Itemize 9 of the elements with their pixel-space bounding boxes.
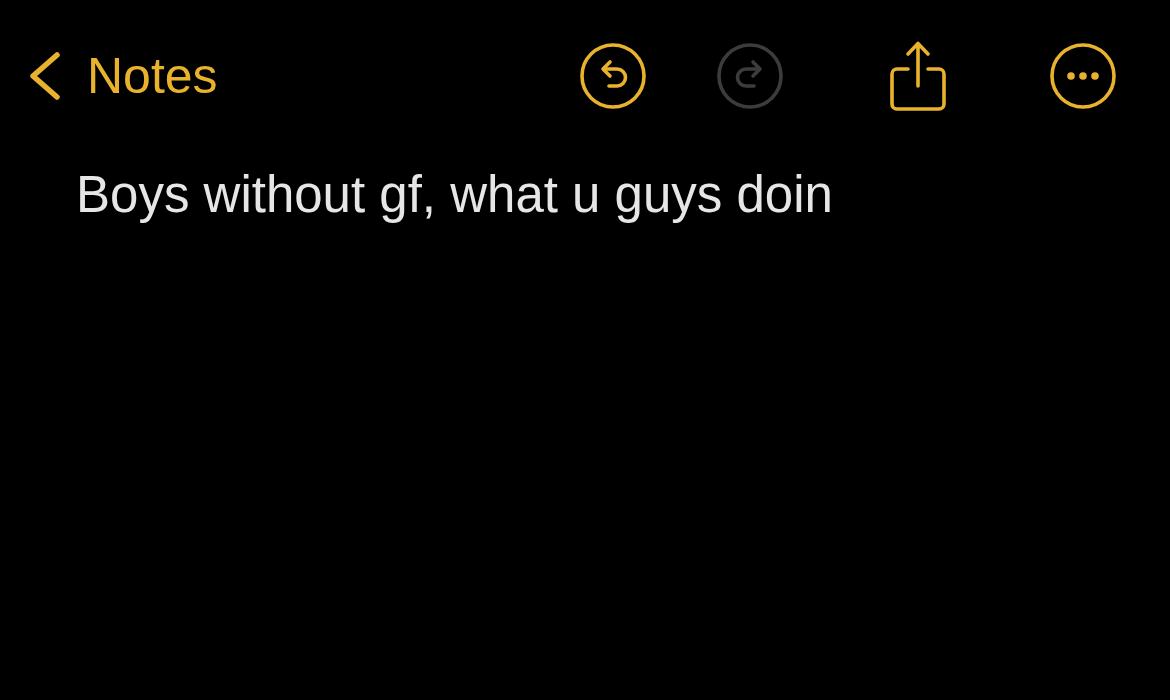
undo-button[interactable] xyxy=(579,42,647,110)
back-button[interactable]: Notes xyxy=(26,51,218,101)
redo-icon xyxy=(716,42,784,110)
share-icon xyxy=(888,40,948,112)
share-button[interactable] xyxy=(888,40,948,112)
undo-icon xyxy=(579,42,647,110)
more-options-icon xyxy=(1049,42,1117,110)
more-options-button[interactable] xyxy=(1049,42,1117,110)
note-text: Boys without gf, what u guys doin xyxy=(76,165,833,225)
